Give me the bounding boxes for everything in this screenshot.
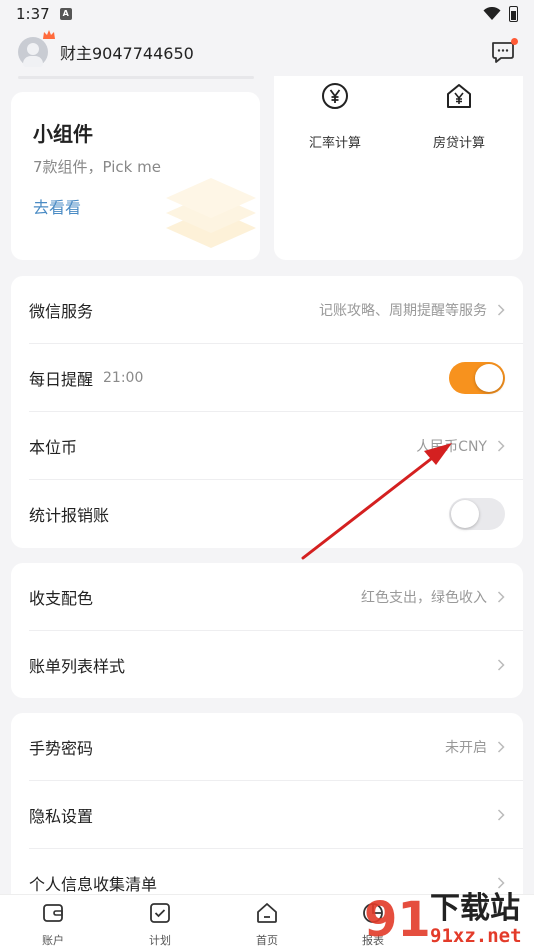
chevron-right-icon bbox=[497, 741, 505, 753]
bill-list-style-label: 账单列表样式 bbox=[29, 657, 126, 676]
widget-view-link[interactable]: 去看看 bbox=[33, 194, 81, 218]
house-yen-icon bbox=[447, 84, 471, 108]
unread-dot bbox=[511, 38, 518, 45]
exchange-rate-label: 汇率计算 bbox=[308, 136, 361, 151]
reimbursement-label: 统计报销账 bbox=[29, 506, 110, 525]
wechat-service-row[interactable]: 微信服务 记账攻略、周期提醒等服务 bbox=[11, 276, 523, 344]
nav-account[interactable]: 账户 bbox=[18, 901, 88, 948]
income-expense-color-value: 红色支出，绿色收入 bbox=[361, 590, 487, 606]
svg-text:下载站: 下载站 bbox=[430, 891, 520, 926]
widget-card[interactable]: 小组件 7款组件，Pick me 去看看 bbox=[11, 92, 260, 260]
crown-icon bbox=[43, 30, 55, 39]
base-currency-value: 人民币CNY bbox=[416, 439, 487, 455]
income-expense-color-row[interactable]: 收支配色 红色支出，绿色收入 bbox=[11, 563, 523, 631]
widget-subtitle: 7款组件，Pick me bbox=[33, 158, 161, 176]
svg-text:91xz.net: 91xz.net bbox=[430, 925, 522, 947]
settings-group-1: 微信服务 记账攻略、周期提醒等服务 每日提醒 21:00 本位币 人民币CNY … bbox=[11, 276, 523, 548]
wifi-icon bbox=[483, 7, 501, 20]
battery-icon bbox=[509, 6, 518, 22]
profile-header: 财主9047744650 bbox=[0, 28, 534, 76]
nav-plan-label: 计划 bbox=[149, 934, 171, 947]
gesture-password-row[interactable]: 手势密码 未开启 bbox=[11, 713, 523, 781]
notification-a-icon: A bbox=[59, 8, 72, 20]
site-watermark-logo: 91 下载站 91xz.net bbox=[364, 891, 522, 948]
gesture-password-value: 未开启 bbox=[445, 740, 487, 756]
nav-home[interactable]: 首页 bbox=[232, 901, 302, 948]
status-bar: 1:37 A bbox=[0, 0, 534, 28]
status-time: 1:37 bbox=[16, 5, 50, 23]
username[interactable]: 财主9047744650 bbox=[60, 40, 194, 64]
scroll-edge-divider bbox=[18, 76, 254, 79]
nav-home-label: 首页 bbox=[256, 934, 278, 947]
home-icon bbox=[257, 903, 277, 923]
yen-circle-icon bbox=[322, 83, 348, 109]
daily-reminder-row: 每日提醒 21:00 bbox=[11, 344, 523, 412]
nav-plan[interactable]: 计划 bbox=[125, 901, 195, 948]
gesture-password-label: 手势密码 bbox=[29, 739, 94, 758]
bill-list-style-row[interactable]: 账单列表样式 bbox=[11, 631, 523, 699]
svg-text:91: 91 bbox=[364, 892, 431, 948]
wallet-icon bbox=[43, 904, 63, 922]
avatar[interactable] bbox=[18, 30, 55, 67]
message-button[interactable] bbox=[490, 38, 518, 64]
base-currency-label: 本位币 bbox=[29, 438, 78, 457]
layers-icon bbox=[166, 178, 256, 248]
daily-reminder-label: 每日提醒 bbox=[29, 370, 94, 389]
chevron-right-icon bbox=[497, 591, 505, 603]
chevron-right-icon bbox=[497, 659, 505, 671]
income-expense-color-label: 收支配色 bbox=[29, 589, 94, 608]
exchange-rate-tool[interactable]: 汇率计算 bbox=[280, 82, 390, 151]
settings-group-2: 收支配色 红色支出，绿色收入 账单列表样式 bbox=[11, 563, 523, 698]
chevron-right-icon bbox=[497, 304, 505, 316]
reminder-time[interactable]: 21:00 bbox=[103, 370, 143, 386]
tools-card: 汇率计算 房贷计算 bbox=[274, 76, 523, 260]
settings-group-3: 手势密码 未开启 隐私设置 个人信息收集清单 bbox=[11, 713, 523, 913]
mortgage-tool[interactable]: 房贷计算 bbox=[404, 82, 514, 151]
daily-reminder-toggle[interactable] bbox=[449, 362, 505, 394]
privacy-settings-row[interactable]: 隐私设置 bbox=[11, 781, 523, 849]
personal-info-list-label: 个人信息收集清单 bbox=[29, 875, 158, 894]
base-currency-row[interactable]: 本位币 人民币CNY bbox=[11, 412, 523, 480]
reimbursement-row: 统计报销账 bbox=[11, 480, 523, 548]
wechat-service-label: 微信服务 bbox=[29, 302, 94, 321]
chevron-right-icon bbox=[497, 809, 505, 821]
reimbursement-toggle[interactable] bbox=[449, 498, 505, 530]
chevron-right-icon bbox=[497, 440, 505, 452]
privacy-settings-label: 隐私设置 bbox=[29, 807, 94, 826]
nav-account-label: 账户 bbox=[42, 934, 64, 947]
widget-title: 小组件 bbox=[33, 122, 93, 146]
mortgage-label: 房贷计算 bbox=[432, 136, 485, 151]
wechat-service-value: 记账攻略、周期提醒等服务 bbox=[319, 303, 487, 319]
checkbox-icon bbox=[150, 903, 170, 923]
